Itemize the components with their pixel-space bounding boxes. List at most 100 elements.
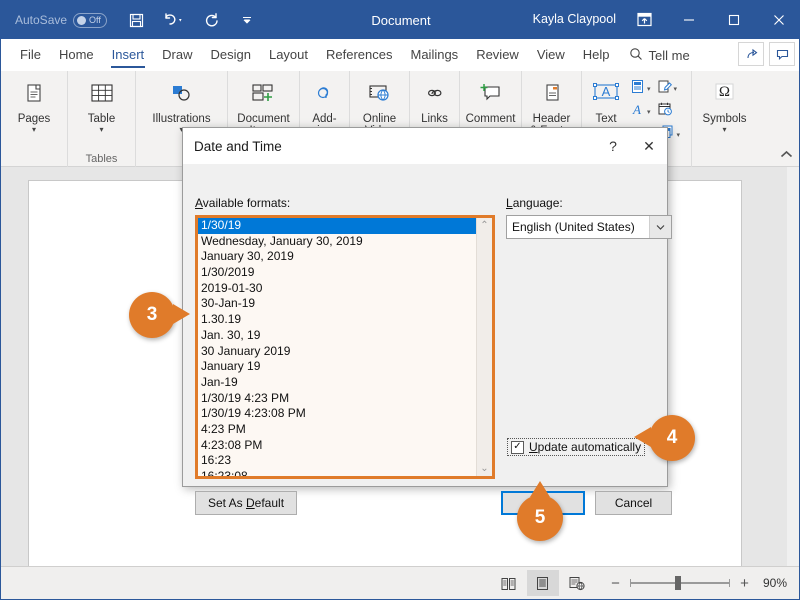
update-automatically-checkbox[interactable]: ✓ Update automatically <box>507 438 646 456</box>
list-item[interactable]: Wednesday, January 30, 2019 <box>198 234 476 250</box>
chevron-down-icon[interactable]: ▾ <box>32 126 36 134</box>
signature-line-icon[interactable] <box>657 79 672 99</box>
pages-label: Pages <box>17 113 51 125</box>
list-item[interactable]: 4:23:08 PM <box>198 438 476 454</box>
new-comment-button[interactable]: Comment <box>459 75 523 125</box>
tell-me-search[interactable]: Tell me <box>629 47 690 64</box>
close-icon[interactable] <box>756 1 799 39</box>
web-layout-icon[interactable] <box>561 570 593 596</box>
scroll-up-icon[interactable]: ⌃ <box>480 220 488 231</box>
collapse-ribbon-icon[interactable] <box>780 150 793 162</box>
customize-qat-icon[interactable] <box>236 9 258 31</box>
autosave-toggle[interactable]: AutoSave Off <box>15 12 108 28</box>
list-item[interactable]: 1/30/19 <box>198 218 476 234</box>
date-and-time-icon[interactable] <box>657 101 673 122</box>
word-application-window: AutoSave Off Document Kayla Claypool Fil… <box>0 0 800 600</box>
list-item[interactable]: Jan-19 <box>198 375 476 391</box>
dialog-title-bar: Date and Time ? ✕ <box>183 128 667 164</box>
list-item[interactable]: Jan. 30, 19 <box>198 328 476 344</box>
tab-mailings[interactable]: Mailings <box>402 40 468 70</box>
close-icon[interactable]: ✕ <box>631 128 667 164</box>
zoom-out-button[interactable]: − <box>609 575 622 592</box>
wordart-icon[interactable]: A <box>630 102 645 122</box>
share-icon[interactable] <box>738 42 764 66</box>
symbols-button[interactable]: Ω Symbols ▾ <box>695 75 753 134</box>
list-item[interactable]: 1.30.19 <box>198 312 476 328</box>
list-item[interactable]: 2019-01-30 <box>198 281 476 297</box>
ribbon-display-options-icon[interactable] <box>636 11 653 33</box>
tab-view[interactable]: View <box>528 40 574 70</box>
checkbox-box[interactable]: ✓ <box>511 440 524 454</box>
pages-button[interactable]: Pages ▾ <box>10 75 58 134</box>
link-icon <box>418 78 452 110</box>
tab-help[interactable]: Help <box>574 40 619 70</box>
tab-file[interactable]: File <box>11 40 50 70</box>
chevron-down-icon[interactable]: ▾ <box>674 85 678 93</box>
zoom-level-label[interactable]: 90% <box>763 576 787 590</box>
zoom-in-button[interactable]: + <box>738 575 751 592</box>
cancel-button[interactable]: Cancel <box>595 491 672 515</box>
new-comment-icon <box>474 78 508 110</box>
callout-tail <box>634 427 651 447</box>
minimize-icon[interactable] <box>666 1 711 39</box>
scroll-down-icon[interactable]: ⌄ <box>480 463 488 474</box>
available-formats-list[interactable]: 1/30/19 Wednesday, January 30, 2019 Janu… <box>195 215 495 479</box>
list-item[interactable]: 4:23 PM <box>198 422 476 438</box>
illustrations-button[interactable]: Illustrations ▾ <box>145 75 217 134</box>
chevron-down-icon[interactable]: ▾ <box>99 126 103 134</box>
chevron-down-icon[interactable] <box>649 216 671 238</box>
list-item[interactable]: 30 January 2019 <box>198 344 476 360</box>
zoom-tick-min <box>629 579 631 587</box>
list-item[interactable]: January 19 <box>198 359 476 375</box>
formats-list-scrollbar[interactable]: ⌃ ⌄ <box>476 218 492 476</box>
autosave-knob <box>77 15 87 25</box>
tab-bar-right-buttons <box>738 42 795 66</box>
tab-design[interactable]: Design <box>202 40 260 70</box>
tab-draw[interactable]: Draw <box>153 40 201 70</box>
text-box-button[interactable]: A Text <box>582 75 630 125</box>
zoom-track[interactable] <box>629 576 730 590</box>
list-item[interactable]: 1/30/2019 <box>198 265 476 281</box>
chevron-down-icon[interactable]: ▾ <box>647 108 651 116</box>
tab-home[interactable]: Home <box>50 40 103 70</box>
list-item[interactable]: 16:23 <box>198 453 476 469</box>
language-dropdown[interactable]: English (United States) <box>506 215 672 239</box>
print-layout-icon[interactable] <box>526 570 559 596</box>
list-item[interactable]: 30-Jan-19 <box>198 296 476 312</box>
list-item[interactable]: 16:23:08 <box>198 469 476 476</box>
autosave-switch[interactable]: Off <box>73 12 108 28</box>
available-formats-items[interactable]: 1/30/19 Wednesday, January 30, 2019 Janu… <box>198 218 476 476</box>
autosave-state-label: Off <box>89 15 101 25</box>
account-name[interactable]: Kayla Claypool <box>533 12 616 26</box>
redo-icon[interactable] <box>201 9 223 31</box>
links-button[interactable]: Links <box>411 75 459 125</box>
list-item[interactable]: 1/30/19 4:23:08 PM <box>198 406 476 422</box>
set-as-default-button[interactable]: Set As Default <box>195 491 297 515</box>
zoom-slider[interactable]: − + <box>609 575 751 592</box>
save-icon[interactable] <box>125 9 147 31</box>
tab-insert[interactable]: Insert <box>103 40 154 70</box>
chevron-down-icon[interactable]: ▾ <box>677 131 681 139</box>
list-item[interactable]: January 30, 2019 <box>198 249 476 265</box>
chevron-down-icon[interactable]: ▾ <box>722 126 726 134</box>
quick-parts-button[interactable]: ▾ ▾ <box>630 79 680 99</box>
tab-references[interactable]: References <box>317 40 401 70</box>
links-label: Links <box>421 113 448 125</box>
zoom-thumb[interactable] <box>674 576 681 590</box>
set-as-default-label: Set As Default <box>207 496 285 510</box>
maximize-icon[interactable] <box>711 1 756 39</box>
help-icon[interactable]: ? <box>595 128 631 164</box>
vertical-scrollbar[interactable] <box>787 167 799 567</box>
autosave-label: AutoSave <box>15 13 68 27</box>
list-item[interactable]: 1/30/19 4:23 PM <box>198 391 476 407</box>
tab-review[interactable]: Review <box>467 40 528 70</box>
undo-icon[interactable] <box>160 9 188 31</box>
tab-layout[interactable]: Layout <box>260 40 317 70</box>
callout-tail <box>173 304 190 324</box>
chevron-down-icon[interactable]: ▾ <box>647 85 651 93</box>
read-mode-icon[interactable] <box>493 570 525 596</box>
comments-icon[interactable] <box>769 42 795 66</box>
table-button[interactable]: Table ▾ <box>78 75 126 134</box>
text-box-icon: A <box>589 78 623 110</box>
callout-number: 4 <box>666 427 678 448</box>
